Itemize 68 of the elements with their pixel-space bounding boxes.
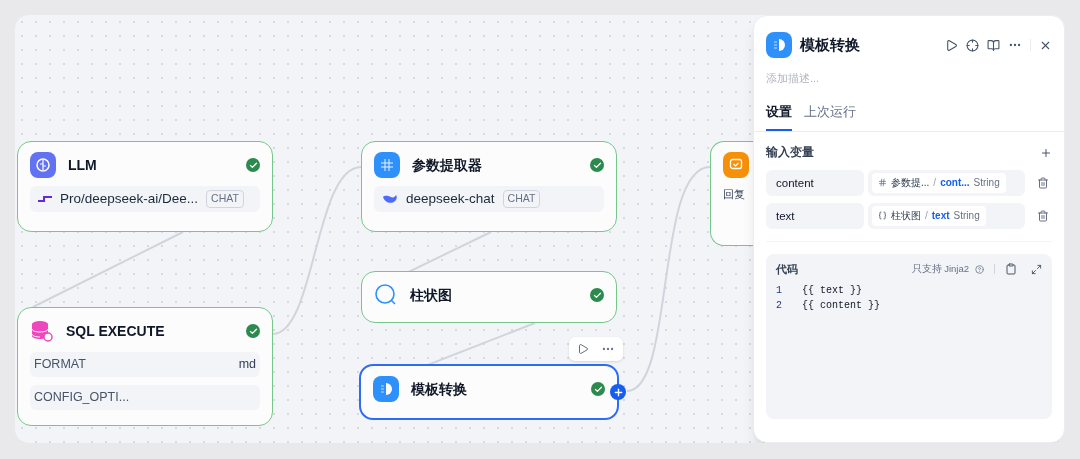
- model-name: deepseek-chat: [406, 189, 495, 208]
- workflow-node[interactable]: LLM Pro/deepseek-ai/Dee... CHAT: [17, 141, 273, 232]
- code-editor[interactable]: 代码 只支持 Jinja2 1 {{ text }} 2 {{ content }}: [766, 253, 1052, 419]
- model-selector[interactable]: Pro/deepseek-ai/Dee... CHAT: [30, 186, 260, 212]
- half-circle-icon: [379, 382, 393, 396]
- node-title: 模板转换: [411, 379, 467, 399]
- panel-title: 模板转换: [800, 34, 860, 55]
- variable-icon: [878, 211, 887, 220]
- variable-type: String: [973, 176, 1000, 190]
- add-icon[interactable]: [1040, 146, 1052, 159]
- run-icon[interactable]: [577, 343, 589, 355]
- model-name: Pro/deepseek-ai/Dee...: [60, 189, 199, 208]
- workflow-node[interactable]: 柱状图: [361, 271, 617, 323]
- line-number: 2: [776, 299, 782, 314]
- panel-tab[interactable]: 设置: [766, 102, 792, 132]
- half-circle-icon: [772, 38, 786, 52]
- whale-icon: [382, 193, 398, 205]
- add-node-button[interactable]: [610, 384, 626, 400]
- node-title: 柱状图: [410, 285, 452, 305]
- code-line: {{ text }}: [802, 284, 862, 299]
- node-title: SQL EXECUTE: [66, 321, 165, 341]
- panel-tab[interactable]: 上次运行: [804, 102, 856, 132]
- line-number: 1: [776, 284, 782, 299]
- book-icon[interactable]: [987, 38, 1000, 52]
- workflow-node[interactable]: 模板转换: [359, 364, 619, 420]
- variable-selector[interactable]: 参数提... / cont... String: [868, 169, 1025, 196]
- grid-icon: [380, 158, 394, 172]
- param-name: CONFIG_OPTI...: [34, 389, 130, 407]
- expand-icon[interactable]: [1031, 263, 1042, 275]
- param-value: md: [238, 356, 256, 374]
- model-tag: CHAT: [502, 190, 541, 208]
- param-name: FORMAT: [34, 356, 86, 374]
- node-title: LLM: [68, 155, 97, 175]
- database-icon: [30, 319, 54, 343]
- message-icon: [729, 158, 743, 172]
- workflow-node[interactable]: SQL EXECUTE FORMAT md CONFIG_OPTI...: [17, 307, 273, 426]
- editor-title: 代码: [776, 261, 798, 277]
- description-field[interactable]: 添加描述...: [766, 70, 1052, 87]
- source-node-name: 参数提...: [891, 176, 930, 190]
- locate-icon[interactable]: [966, 38, 979, 52]
- variable-name-field[interactable]: text: [766, 202, 864, 229]
- model-tag: CHAT: [206, 190, 244, 208]
- copy-icon[interactable]: [1005, 263, 1017, 276]
- delete-icon[interactable]: [1037, 209, 1049, 222]
- workflow-node[interactable]: 回复: [710, 141, 753, 246]
- variable-ref: cont...: [940, 176, 970, 190]
- variable-name-field[interactable]: content: [766, 169, 864, 196]
- node-title: 参数提取器: [412, 155, 482, 175]
- brain-icon: [36, 158, 50, 172]
- variable-type: String: [953, 209, 980, 223]
- model-logo-icon: [38, 196, 52, 202]
- magnifier-icon: [374, 283, 398, 307]
- workflow-node[interactable]: 参数提取器 deepseek-chat CHAT: [361, 141, 617, 232]
- section-title: 输入变量: [766, 144, 814, 161]
- path-separator: /: [933, 176, 937, 190]
- path-separator: /: [925, 209, 928, 223]
- code-line: {{ content }}: [802, 299, 880, 314]
- variable-selector[interactable]: 柱状图 / text String: [868, 202, 1025, 229]
- grid-icon: [878, 178, 887, 187]
- plus-icon: [612, 386, 624, 398]
- variable-ref: text: [931, 209, 950, 223]
- run-icon[interactable]: [945, 38, 958, 52]
- editor-hint: 只支持 Jinja2: [911, 262, 969, 277]
- help-icon[interactable]: [975, 264, 984, 274]
- model-selector[interactable]: deepseek-chat CHAT: [374, 186, 604, 212]
- node-label: 回复: [723, 187, 746, 202]
- delete-icon[interactable]: [1037, 176, 1049, 189]
- source-node-name: 柱状图: [891, 209, 921, 223]
